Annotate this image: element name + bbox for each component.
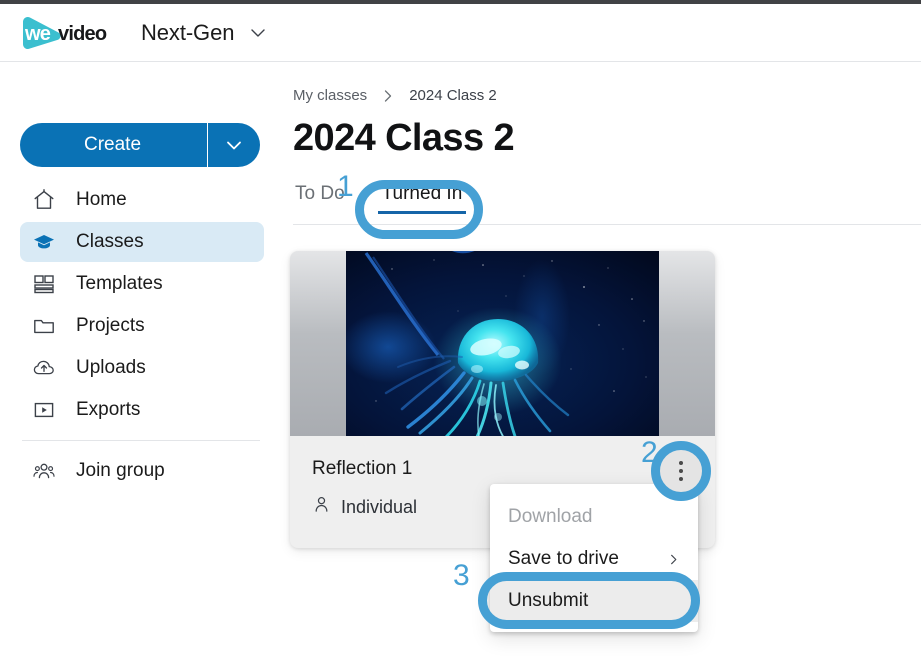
- person-icon: [312, 495, 331, 519]
- wevideo-logo-icon: we video: [23, 16, 108, 49]
- sidebar-item-classes[interactable]: Classes: [20, 222, 264, 262]
- assignment-meta-label: Individual: [341, 496, 418, 517]
- sidebar-item-label: Uploads: [76, 357, 146, 378]
- sidebar-item-exports[interactable]: Exports: [20, 390, 264, 430]
- jellyfish-artwork: [346, 251, 659, 436]
- graduation-cap-icon: [32, 230, 62, 254]
- create-button[interactable]: Create: [20, 123, 260, 167]
- folder-icon: [32, 314, 62, 338]
- sidebar-item-templates[interactable]: Templates: [20, 264, 264, 304]
- svg-text:we: we: [24, 23, 51, 45]
- menu-item-label: Save to drive: [508, 548, 619, 569]
- wevideo-logo[interactable]: we video: [18, 13, 126, 53]
- chevron-down-icon[interactable]: [248, 23, 268, 43]
- more-vertical-icon[interactable]: [657, 447, 705, 495]
- breadcrumb-root[interactable]: My classes: [293, 87, 367, 104]
- sidebar-item-uploads[interactable]: Uploads: [20, 348, 264, 388]
- tab-to-do[interactable]: To Do: [293, 183, 347, 214]
- sidebar-item-projects[interactable]: Projects: [20, 306, 264, 346]
- menu-item-label: Download: [508, 506, 593, 527]
- people-group-icon: [32, 459, 62, 483]
- sidebar-item-label: Templates: [76, 273, 163, 294]
- page-title: 2024 Class 2: [293, 117, 515, 159]
- sidebar-item-join-group[interactable]: Join group: [20, 451, 264, 491]
- chevron-right-icon: [380, 88, 396, 104]
- menu-item-unsubmit[interactable]: Unsubmit: [490, 580, 698, 622]
- chevron-right-icon: [667, 553, 680, 566]
- context-menu: Download Save to drive Unsubmit: [490, 484, 698, 632]
- sidebar-item-label: Projects: [76, 315, 145, 336]
- svg-text:video: video: [58, 23, 107, 45]
- tab-turned-in[interactable]: Turned In: [377, 183, 466, 214]
- home-icon: [32, 188, 62, 212]
- kebab-dot: [679, 469, 683, 473]
- app-header: we video Next-Gen: [0, 4, 921, 62]
- assignment-title: Reflection 1: [312, 458, 413, 479]
- breadcrumb-current: 2024 Class 2: [409, 87, 497, 104]
- sidebar-item-label: Classes: [76, 231, 144, 252]
- workspace-name[interactable]: Next-Gen: [141, 20, 234, 46]
- sidebar-item-label: Exports: [76, 399, 141, 420]
- menu-item-label: Unsubmit: [508, 590, 589, 611]
- tab-bar: To Do Turned In: [293, 183, 921, 225]
- breadcrumb: My classes 2024 Class 2: [293, 87, 497, 104]
- cloud-upload-icon: [32, 356, 62, 380]
- kebab-dot: [679, 477, 683, 481]
- sidebar-item-label: Join group: [76, 460, 165, 481]
- sidebar-item-label: Home: [76, 189, 127, 210]
- menu-item-save-to-drive[interactable]: Save to drive: [490, 538, 698, 580]
- play-square-icon: [32, 398, 62, 422]
- create-button-label: Create: [83, 134, 142, 155]
- chevron-down-icon[interactable]: [208, 134, 260, 156]
- sidebar-item-home[interactable]: Home: [20, 180, 264, 220]
- jellyfish-video-thumbnail: [346, 251, 659, 436]
- menu-item-download: Download: [490, 496, 698, 538]
- assignment-thumbnail[interactable]: [290, 251, 715, 436]
- sidebar-divider: [22, 440, 260, 441]
- sidebar: Create Home Classes Templates Projects U…: [0, 63, 280, 670]
- templates-grid-icon: [32, 272, 62, 296]
- kebab-dot: [679, 461, 683, 465]
- sidebar-nav: Home Classes Templates Projects Uploads: [20, 180, 264, 493]
